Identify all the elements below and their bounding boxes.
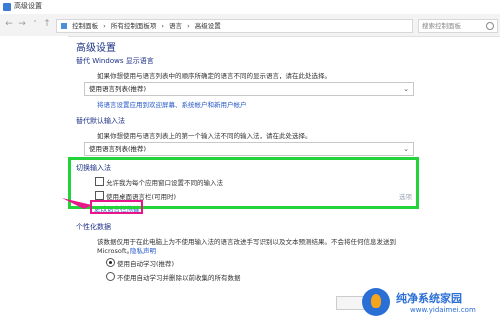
privacy-statement-link[interactable]: 隐私声明 [130, 245, 156, 255]
input-method-select[interactable]: 使用语言列表(推荐) ⌄ [84, 142, 414, 156]
back-arrow-icon[interactable]: ← [4, 19, 14, 29]
input-method-desc: 如果你想使用与语言列表上的第一个输入法不同的输入法，请在此处选择。 [97, 132, 312, 140]
control-panel-icon [61, 23, 67, 29]
breadcrumb-item[interactable]: 控制面板 [72, 22, 98, 30]
up-arrow-icon[interactable]: ↑ [42, 19, 52, 29]
title-bar: 高级设置 [0, 0, 500, 14]
search-placeholder: 搜索控制面板 [422, 22, 461, 30]
search-icon[interactable] [486, 22, 494, 30]
breadcrumb-item[interactable]: 所有控制面板项 [111, 22, 157, 30]
watermark-url: www.yidaimei.com [410, 306, 476, 314]
chevron-down-icon: ⌄ [403, 145, 409, 153]
input-method-value: 使用语言列表(推荐) [89, 145, 147, 153]
personalization-heading: 个性化数据 [76, 223, 111, 231]
sidebar [0, 36, 68, 321]
breadcrumb-item[interactable]: 语言 [169, 22, 182, 30]
page-title: 高级设置 [76, 43, 116, 54]
apply-language-settings-link[interactable]: 将语言设置应用到欢迎屏幕、系统帐户和新用户帐户 [97, 99, 247, 109]
forward-arrow-icon[interactable]: → [17, 19, 27, 29]
window-icon [3, 3, 11, 11]
display-language-value: 使用语言列表(推荐) [89, 85, 147, 93]
breadcrumb-item[interactable]: 高级设置 [195, 22, 221, 30]
display-language-desc: 如果你想使用与语言列表中的顺序所确定的语言不同的显示语言，请在此处选择。 [97, 72, 331, 80]
breadcrumb[interactable]: 控制面板 › 所有控制面板项 › 语言 › 高级设置 [56, 19, 413, 33]
auto-learning-radio[interactable] [106, 258, 115, 267]
search-input[interactable]: 搜索控制面板 [418, 19, 498, 33]
highlight-pink-box [90, 200, 143, 214]
no-auto-learning-radio[interactable] [106, 272, 115, 281]
display-language-select[interactable]: 使用语言列表(推荐) ⌄ [84, 82, 414, 96]
auto-learning-label: 使用自动学习(推荐) [117, 260, 175, 268]
watermark-brand: 纯净系统家园 [396, 292, 462, 305]
chevron-down-icon[interactable]: ˅ [30, 20, 40, 28]
pink-arrow-icon [62, 198, 92, 209]
chevron-down-icon: ⌄ [403, 85, 409, 93]
window-title: 高级设置 [14, 2, 42, 10]
no-auto-learning-label: 不使用自动学习并删除以前收集的所有数据 [117, 274, 241, 282]
address-bar: ← → ˅ ↑ 控制面板 › 所有控制面板项 › 语言 › 高级设置 搜索控制面… [0, 14, 500, 37]
input-method-heading: 替代默认输入法 [76, 117, 125, 125]
display-language-heading: 替代 Windows 显示语言 [76, 57, 154, 65]
personalization-desc-line2: Microsoft。 [97, 247, 134, 255]
site-logo [362, 288, 390, 316]
